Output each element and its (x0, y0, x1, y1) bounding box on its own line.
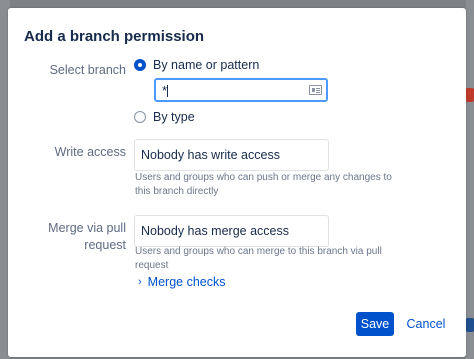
radio-by-type-row[interactable]: By type (134, 110, 195, 124)
radio-by-name-label[interactable]: By name or pattern (153, 58, 259, 72)
merge-access-field[interactable]: Nobody has merge access (134, 215, 329, 247)
select-branch-label: Select branch (49, 63, 126, 77)
write-access-field[interactable]: Nobody has write access (134, 139, 329, 171)
background-blue-mark (466, 318, 474, 332)
chevron-right-icon[interactable]: › (138, 276, 142, 288)
write-access-label: Write access (54, 145, 126, 159)
text-caret (167, 85, 168, 97)
background-red-mark (466, 88, 474, 102)
merge-checks-label[interactable]: Merge checks (148, 275, 226, 289)
branch-pattern-icon[interactable] (309, 85, 322, 95)
radio-by-type[interactable] (134, 111, 146, 123)
cancel-button[interactable]: Cancel (406, 312, 446, 336)
radio-by-name-row[interactable]: By name or pattern (134, 58, 259, 72)
add-branch-permission-dialog: Add a branch permission Select branch By… (8, 8, 466, 357)
merge-checks-toggle[interactable]: › Merge checks (138, 275, 225, 289)
save-button[interactable]: Save (356, 312, 394, 336)
merge-access-label: Merge via pull request (48, 221, 126, 252)
write-access-help: Users and groups who can push or merge a… (135, 172, 392, 197)
radio-by-type-label[interactable]: By type (153, 110, 195, 124)
dialog-title: Add a branch permission (24, 28, 205, 45)
merge-access-help: Users and groups who can merge to this b… (135, 246, 382, 271)
branch-pattern-input[interactable]: * (154, 78, 328, 102)
background-right-strip (466, 0, 474, 359)
radio-by-name[interactable] (134, 59, 146, 71)
